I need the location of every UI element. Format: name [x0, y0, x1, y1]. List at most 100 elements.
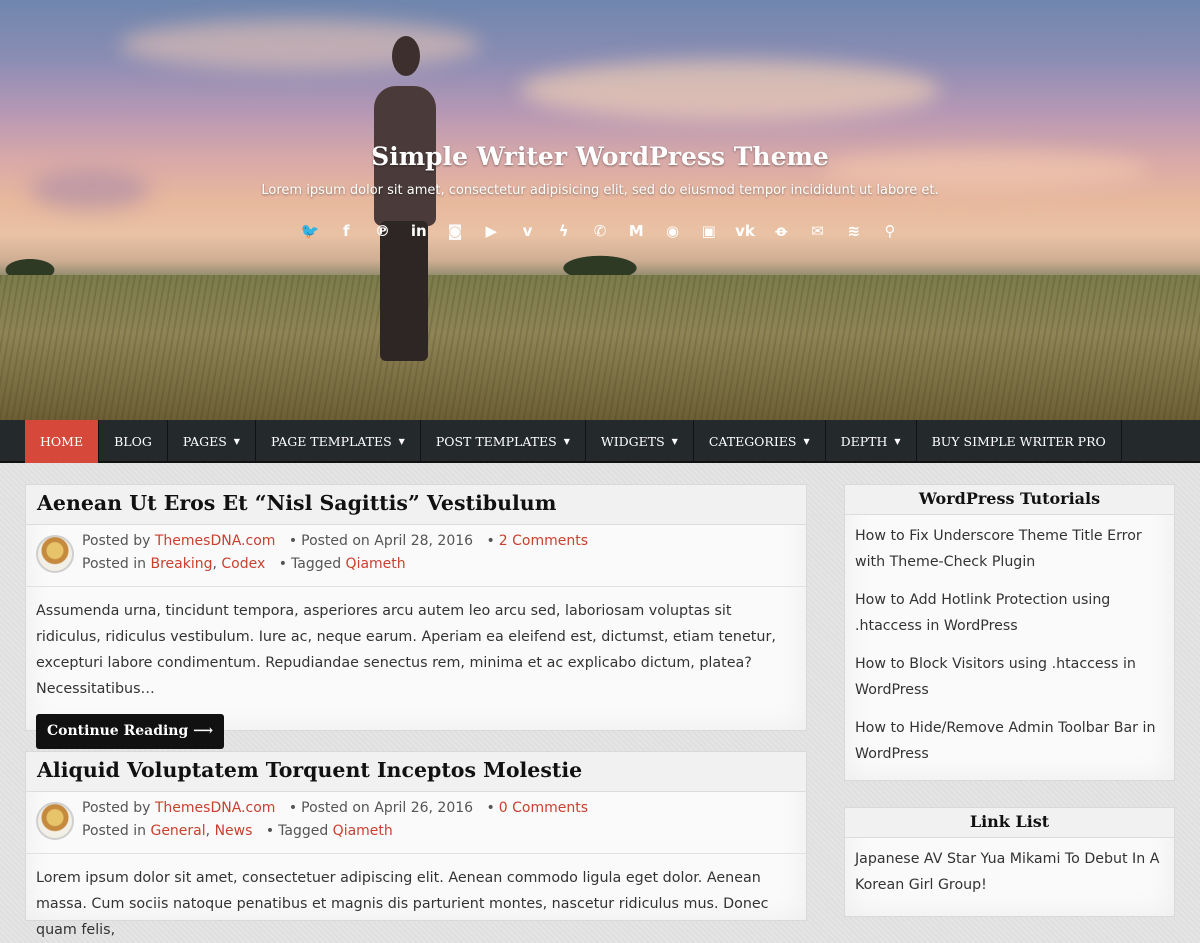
- category-link[interactable]: Codex: [221, 556, 265, 572]
- caret-down-icon: ▼: [233, 437, 240, 446]
- nav-item-label: DEPTH: [840, 434, 888, 449]
- twitter-icon[interactable]: 🐦: [300, 221, 320, 241]
- social-icons: 🐦 f ℗ in ◙ ▶ v ϟ ✆ M ◉ ▣ vk ꝋ ✉ ≋ ⚲: [300, 220, 900, 242]
- widget-link-list: Link List Japanese AV Star Yua Mikami To…: [844, 807, 1175, 917]
- nav-item-buy-simple-writer-pro[interactable]: BUY SIMPLE WRITER PRO: [917, 420, 1122, 463]
- nav-item-label: BUY SIMPLE WRITER PRO: [931, 434, 1106, 449]
- post-excerpt: Lorem ipsum dolor sit amet, consectetuer…: [36, 870, 769, 938]
- continue-reading-button[interactable]: Continue Reading ⟶: [36, 714, 225, 749]
- primary-navigation: HOME BLOG PAGES ▼ PAGE TEMPLATES ▼ POST TEMPLA…: [0, 420, 1200, 463]
- nav-item-home[interactable]: HOME: [25, 420, 100, 463]
- nav-item-label: POST TEMPLATES: [435, 434, 557, 449]
- meta-line-author: Posted by ThemesDNA.com • Posted on April…: [82, 533, 588, 549]
- meta-separator: •: [278, 556, 287, 572]
- posted-in-label: Posted in: [82, 556, 147, 572]
- whatsapp-icon[interactable]: ✆: [590, 221, 610, 241]
- widget-title: Link List: [845, 808, 1174, 838]
- meta-line-taxonomy: Posted in Breaking, Codex • Tagged Qiamet…: [82, 556, 406, 572]
- nav-menu: HOME BLOG PAGES ▼ PAGE TEMPLATES ▼ POST TEMPLA…: [25, 420, 1200, 463]
- nav-item-blog[interactable]: BLOG: [99, 420, 168, 463]
- post-date: April 28, 2016: [374, 533, 474, 549]
- widget-link[interactable]: How to Add Hotlink Protection using .hta…: [855, 587, 1164, 639]
- category-link[interactable]: General: [150, 823, 205, 839]
- meta-separator: •: [486, 533, 495, 549]
- widget-link[interactable]: How to Fix Underscore Theme Title Error …: [855, 523, 1164, 575]
- facebook-icon[interactable]: f: [336, 221, 356, 241]
- tagged-label: Tagged: [278, 823, 329, 839]
- nav-item-post-templates[interactable]: POST TEMPLATES ▼: [421, 420, 586, 463]
- widget-title: WordPress Tutorials: [845, 485, 1174, 515]
- widget-list: How to Fix Underscore Theme Title Error …: [845, 515, 1174, 767]
- post-meta: Posted by ThemesDNA.com • Posted on April…: [26, 792, 806, 854]
- posted-by-label: Posted by: [82, 533, 151, 549]
- linkedin-icon[interactable]: in: [409, 221, 429, 241]
- email-icon[interactable]: ✉: [808, 221, 828, 241]
- meta-line-taxonomy: Posted in General, News • Tagged Qiameth: [82, 823, 393, 839]
- vk-icon[interactable]: vk: [735, 221, 755, 241]
- widget-list: Japanese AV Star Yua Mikami To Debut In …: [845, 838, 1174, 898]
- posted-in-label: Posted in: [82, 823, 147, 839]
- instagram-icon[interactable]: ◙: [445, 221, 465, 241]
- post-date: April 26, 2016: [374, 800, 474, 816]
- post-meta: Posted by ThemesDNA.com • Posted on April…: [26, 525, 806, 587]
- nav-item-page-templates[interactable]: PAGE TEMPLATES ▼: [256, 420, 421, 463]
- tag-link[interactable]: Qiameth: [333, 823, 393, 839]
- caret-down-icon: ▼: [398, 437, 405, 446]
- meta-separator: •: [265, 823, 275, 839]
- messenger-icon[interactable]: ϟ: [554, 221, 574, 241]
- meta-separator: •: [486, 800, 495, 816]
- rss-icon[interactable]: ≋: [844, 221, 864, 241]
- widget-link[interactable]: How to Hide/Remove Admin Toolbar Bar in …: [855, 715, 1164, 767]
- author-link[interactable]: ThemesDNA.com: [155, 533, 276, 549]
- meta-separator: •: [288, 533, 298, 549]
- youtube-icon[interactable]: ▶: [481, 221, 501, 241]
- category-link[interactable]: Breaking: [150, 556, 212, 572]
- caret-down-icon: ▼: [671, 437, 678, 446]
- category-link[interactable]: News: [215, 823, 253, 839]
- widget-link[interactable]: How to Block Visitors using .htaccess in…: [855, 651, 1164, 703]
- search-icon[interactable]: ⚲: [880, 221, 900, 241]
- author-link[interactable]: ThemesDNA.com: [155, 800, 276, 816]
- widget-link[interactable]: Japanese AV Star Yua Mikami To Debut In …: [855, 846, 1164, 898]
- pinterest-icon[interactable]: ℗: [373, 221, 393, 241]
- posted-on-label: Posted on: [301, 800, 370, 816]
- caret-down-icon: ▼: [563, 437, 570, 446]
- odnoklassniki-icon[interactable]: ꝋ: [771, 221, 791, 241]
- nav-item-label: BLOG: [114, 434, 152, 449]
- site-description: Lorem ipsum dolor sit amet, consectetur …: [261, 183, 939, 198]
- nav-item-label: PAGE TEMPLATES: [270, 434, 392, 449]
- widget-wordpress-tutorials: WordPress Tutorials How to Fix Underscor…: [844, 484, 1175, 781]
- post-card: Aenean Ut Eros Et “Nisl Sagittis” Vestib…: [25, 484, 807, 749]
- nav-item-depth[interactable]: DEPTH ▼: [826, 420, 917, 463]
- caret-down-icon: ▼: [803, 437, 810, 446]
- tag-link[interactable]: Qiameth: [346, 556, 406, 572]
- nav-item-label: HOME: [40, 434, 84, 449]
- posted-by-label: Posted by: [82, 800, 151, 816]
- author-avatar: [36, 802, 74, 840]
- flipboard-icon[interactable]: ▣: [699, 221, 719, 241]
- nav-item-categories[interactable]: CATEGORIES ▼: [694, 420, 826, 463]
- post-excerpt: Assumenda urna, tincidunt tempora, asper…: [36, 603, 776, 697]
- nav-item-widgets[interactable]: WIDGETS ▼: [586, 420, 694, 463]
- nav-item-pages[interactable]: PAGES ▼: [168, 420, 256, 463]
- posted-on-label: Posted on: [301, 533, 370, 549]
- comments-link[interactable]: 2 Comments: [499, 533, 588, 549]
- medium-icon[interactable]: M: [626, 221, 646, 241]
- post-title[interactable]: Aenean Ut Eros Et “Nisl Sagittis” Vestib…: [26, 485, 806, 525]
- caret-down-icon: ▼: [894, 437, 901, 446]
- meta-line-author: Posted by ThemesDNA.com • Posted on April…: [82, 800, 588, 816]
- post-card: Aliquid Voluptatem Torquent Inceptos Mol…: [25, 751, 807, 938]
- author-avatar: [36, 535, 74, 573]
- post-title[interactable]: Aliquid Voluptatem Torquent Inceptos Mol…: [26, 752, 806, 792]
- comments-link[interactable]: 0 Comments: [499, 800, 588, 816]
- wheat-field: [0, 275, 1200, 420]
- nav-item-label: WIDGETS: [600, 434, 665, 449]
- sky-cloud: [520, 60, 940, 120]
- nav-item-label: PAGES: [182, 434, 227, 449]
- meta-separator: •: [288, 800, 298, 816]
- vimeo-icon[interactable]: v: [518, 221, 538, 241]
- site-title[interactable]: Simple Writer WordPress Theme: [0, 142, 1200, 171]
- github-icon[interactable]: ◉: [663, 221, 683, 241]
- nav-item-label: CATEGORIES: [708, 434, 797, 449]
- header-banner: Simple Writer WordPress Theme Lorem ipsu…: [0, 0, 1200, 420]
